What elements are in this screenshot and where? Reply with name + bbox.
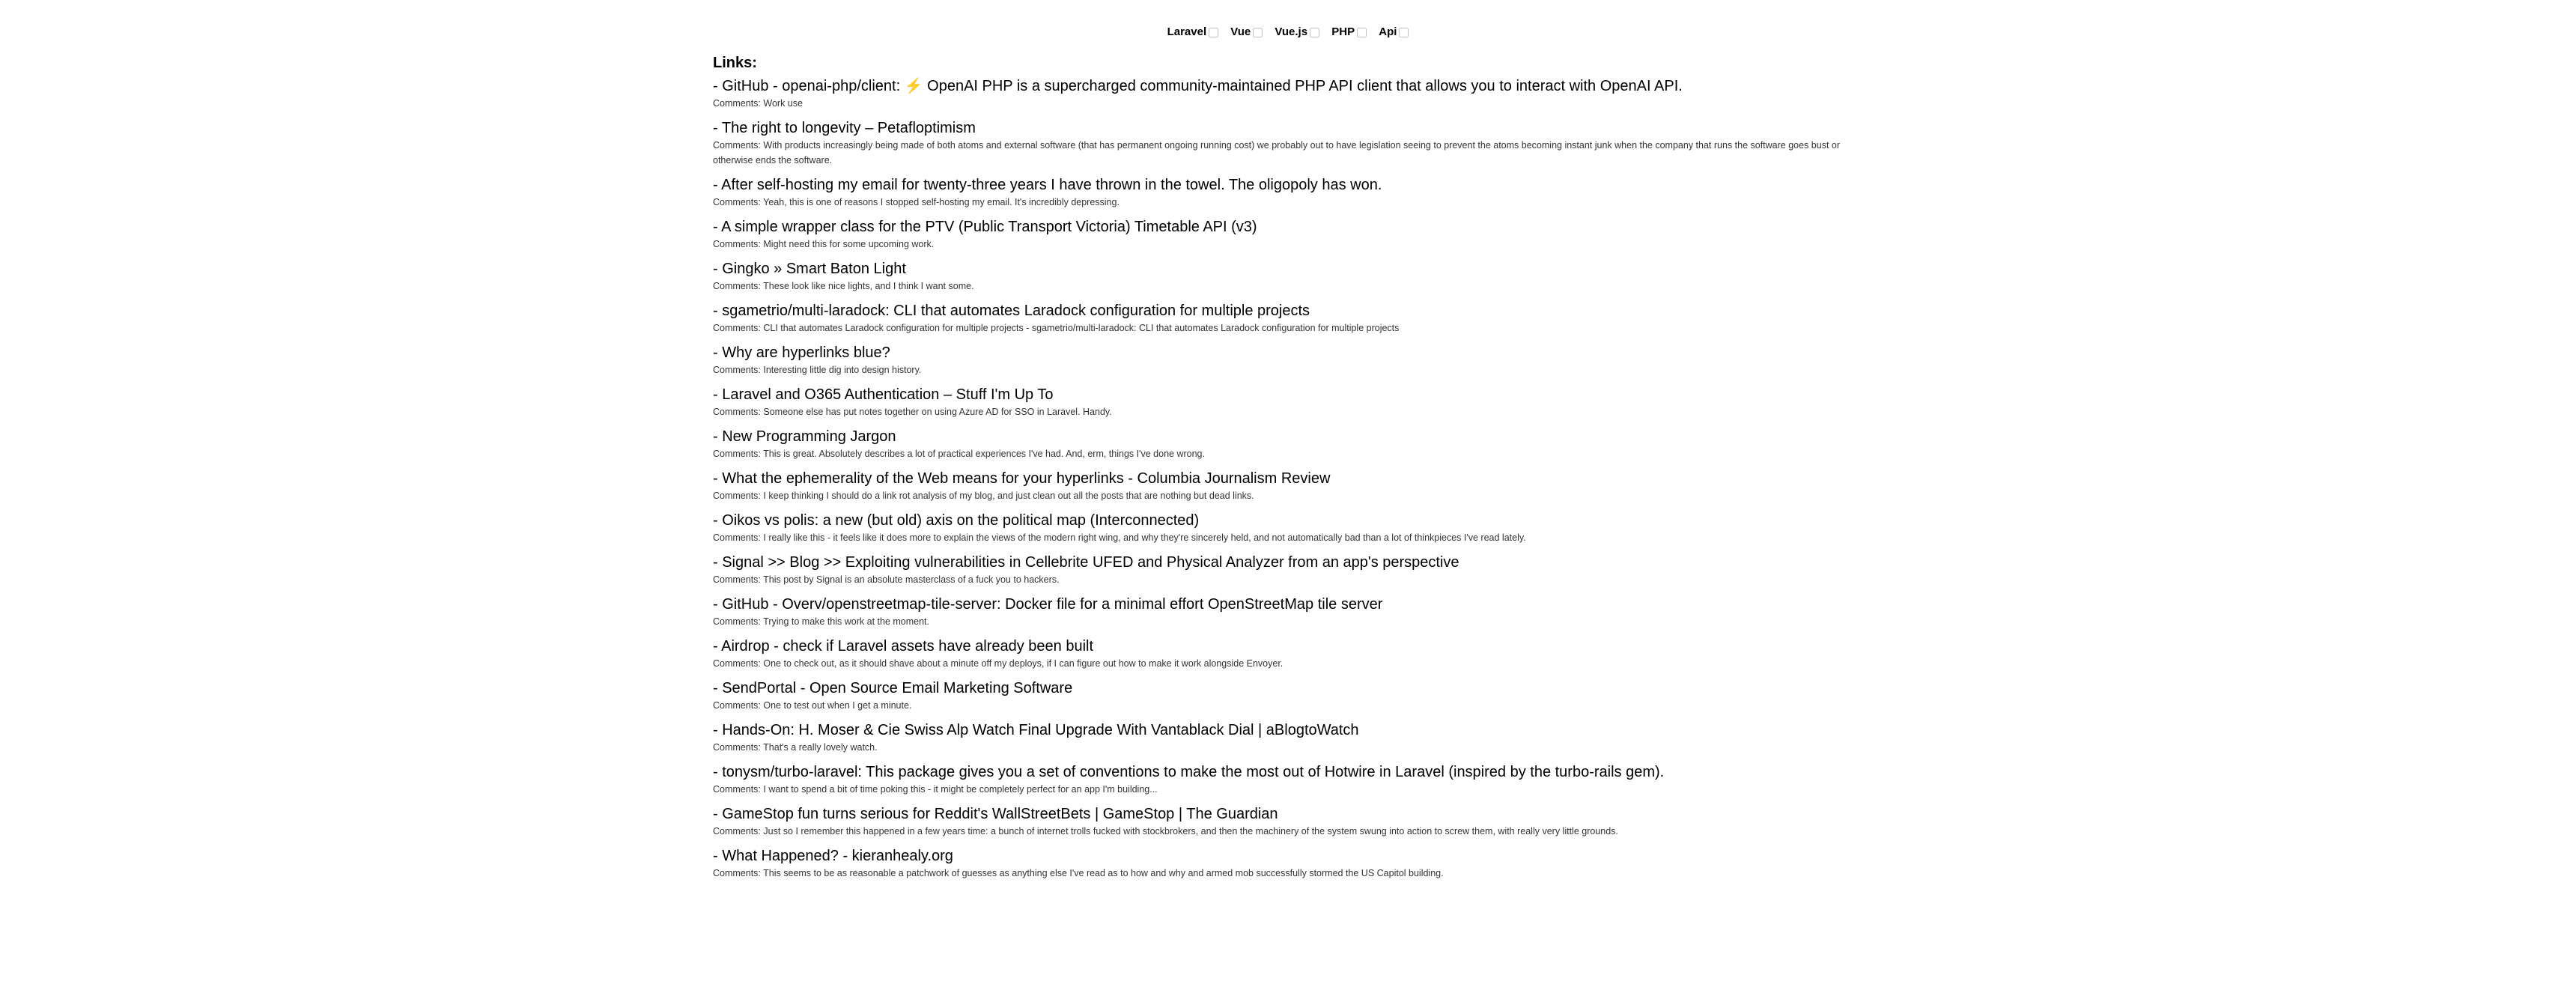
link-title[interactable]: - A simple wrapper class for the PTV (Pu…	[713, 217, 1851, 237]
list-item: - sgametrio/multi-laradock: CLI that aut…	[713, 301, 1851, 335]
filter-vue[interactable]: Vue	[1230, 25, 1263, 40]
filter-vuejs-label[interactable]: Vue.js	[1275, 25, 1307, 38]
link-title[interactable]: - Airdrop - check if Laravel assets have…	[713, 637, 1851, 656]
link-comment: Comments: Might need this for some upcom…	[713, 239, 935, 249]
link-comment: Comments: I keep thinking I should do a …	[713, 491, 1254, 501]
link-comment: Comments: Just so I remember this happen…	[713, 826, 1618, 836]
link-comment: Comments: I want to spend a bit of time …	[713, 784, 1158, 795]
link-title[interactable]: - Why are hyperlinks blue?	[713, 343, 1851, 362]
link-title[interactable]: - tonysm/turbo-laravel: This package giv…	[713, 762, 1851, 782]
list-item: - GitHub - openai-php/client: ⚡️ OpenAI …	[713, 76, 1851, 111]
link-title[interactable]: - Hands-On: H. Moser & Cie Swiss Alp Wat…	[713, 720, 1851, 740]
link-title[interactable]: - GitHub - Overv/openstreetmap-tile-serv…	[713, 595, 1851, 614]
filter-vue-label[interactable]: Vue	[1230, 25, 1251, 38]
link-title[interactable]: - Laravel and O365 Authentication – Stuf…	[713, 385, 1851, 404]
link-comment: Comments: Someone else has put notes tog…	[713, 407, 1112, 417]
links-heading: Links:	[713, 55, 757, 71]
filter-api-label[interactable]: Api	[1379, 25, 1397, 38]
link-comment: Comments: This post by Signal is an abso…	[713, 574, 1060, 585]
filter-vuejs-checkbox[interactable]	[1310, 27, 1320, 37]
link-list: - GitHub - openai-php/client: ⚡️ OpenAI …	[713, 76, 1851, 881]
filter-api-checkbox[interactable]	[1399, 27, 1409, 37]
filter-laravel-label[interactable]: Laravel	[1167, 25, 1207, 38]
list-item: - A simple wrapper class for the PTV (Pu…	[713, 217, 1851, 252]
filter-api[interactable]: Api	[1379, 25, 1409, 40]
tag-filter-bar: Laravel Vue Vue.js PHP Api	[0, 25, 2576, 40]
link-comment: Comments: That's a really lovely watch.	[713, 742, 878, 753]
link-title[interactable]: - Oikos vs polis: a new (but old) axis o…	[713, 511, 1851, 530]
filter-vue-checkbox[interactable]	[1253, 27, 1263, 37]
link-comment: Comments: Interesting little dig into de…	[713, 365, 922, 375]
link-comment: Comments: With products increasingly bei…	[713, 140, 1841, 166]
link-comment: Comments: Trying to make this work at th…	[713, 616, 929, 627]
links-section: Links: - GitHub - openai-php/client: ⚡️ …	[713, 54, 1851, 888]
link-comment: Comments: Yeah, this is one of reasons I…	[713, 197, 1120, 207]
link-comment: Comments: One to check out, as it should…	[713, 658, 1284, 669]
list-item: - After self-hosting my email for twenty…	[713, 175, 1851, 210]
link-comment: Comments: CLI that automates Laradock co…	[713, 323, 1400, 333]
link-comment: Comments: I really like this - it feels …	[713, 532, 1526, 543]
list-item: - Laravel and O365 Authentication – Stuf…	[713, 385, 1851, 419]
list-item: - New Programming Jargon Comments: This i…	[713, 427, 1851, 461]
list-item: - Why are hyperlinks blue? Comments: Inte…	[713, 343, 1851, 377]
list-item: - Gingko » Smart Baton Light Comments: Th…	[713, 259, 1851, 294]
filter-vuejs[interactable]: Vue.js	[1275, 25, 1320, 40]
link-comment: Comments: This is great. Absolutely desc…	[713, 449, 1205, 459]
list-item: - Hands-On: H. Moser & Cie Swiss Alp Wat…	[713, 720, 1851, 755]
link-title[interactable]: - After self-hosting my email for twenty…	[713, 175, 1851, 195]
link-comment: Comments: This seems to be as reasonable…	[713, 868, 1444, 878]
link-comment: Comments: These look like nice lights, a…	[713, 281, 974, 291]
link-title[interactable]: - New Programming Jargon	[713, 427, 1851, 446]
link-title[interactable]: - What the ephemerality of the Web means…	[713, 469, 1851, 488]
link-title[interactable]: - What Happened? - kieranhealy.org	[713, 846, 1851, 866]
list-item: - The right to longevity – Petafloptimis…	[713, 118, 1851, 168]
list-item: - What Happened? - kieranhealy.org Commen…	[713, 846, 1851, 881]
filter-laravel-checkbox[interactable]	[1209, 27, 1219, 37]
link-title[interactable]: - GameStop fun turns serious for Reddit'…	[713, 804, 1851, 824]
list-item: - Signal >> Blog >> Exploiting vulnerabi…	[713, 553, 1851, 587]
link-title[interactable]: - Signal >> Blog >> Exploiting vulnerabi…	[713, 553, 1851, 572]
list-item: - tonysm/turbo-laravel: This package giv…	[713, 762, 1851, 797]
list-item: - GitHub - Overv/openstreetmap-tile-serv…	[713, 595, 1851, 629]
link-comment: Comments: Work use	[713, 98, 803, 109]
filter-php-label[interactable]: PHP	[1331, 25, 1355, 38]
list-item: - What the ephemerality of the Web means…	[713, 469, 1851, 503]
list-item: - GameStop fun turns serious for Reddit'…	[713, 804, 1851, 839]
link-title[interactable]: - sgametrio/multi-laradock: CLI that aut…	[713, 301, 1851, 321]
filter-php[interactable]: PHP	[1331, 25, 1367, 40]
link-title[interactable]: - Gingko » Smart Baton Light	[713, 259, 1851, 279]
link-title[interactable]: - The right to longevity – Petafloptimis…	[713, 118, 1851, 138]
filter-laravel[interactable]: Laravel	[1167, 25, 1219, 40]
list-item: - Airdrop - check if Laravel assets have…	[713, 637, 1851, 671]
list-item: - Oikos vs polis: a new (but old) axis o…	[713, 511, 1851, 545]
list-item: - SendPortal - Open Source Email Marketi…	[713, 678, 1851, 713]
link-title[interactable]: - SendPortal - Open Source Email Marketi…	[713, 678, 1851, 698]
link-comment: Comments: One to test out when I get a m…	[713, 700, 912, 711]
link-title[interactable]: - GitHub - openai-php/client: ⚡️ OpenAI …	[713, 76, 1851, 96]
filter-php-checkbox[interactable]	[1357, 27, 1367, 37]
